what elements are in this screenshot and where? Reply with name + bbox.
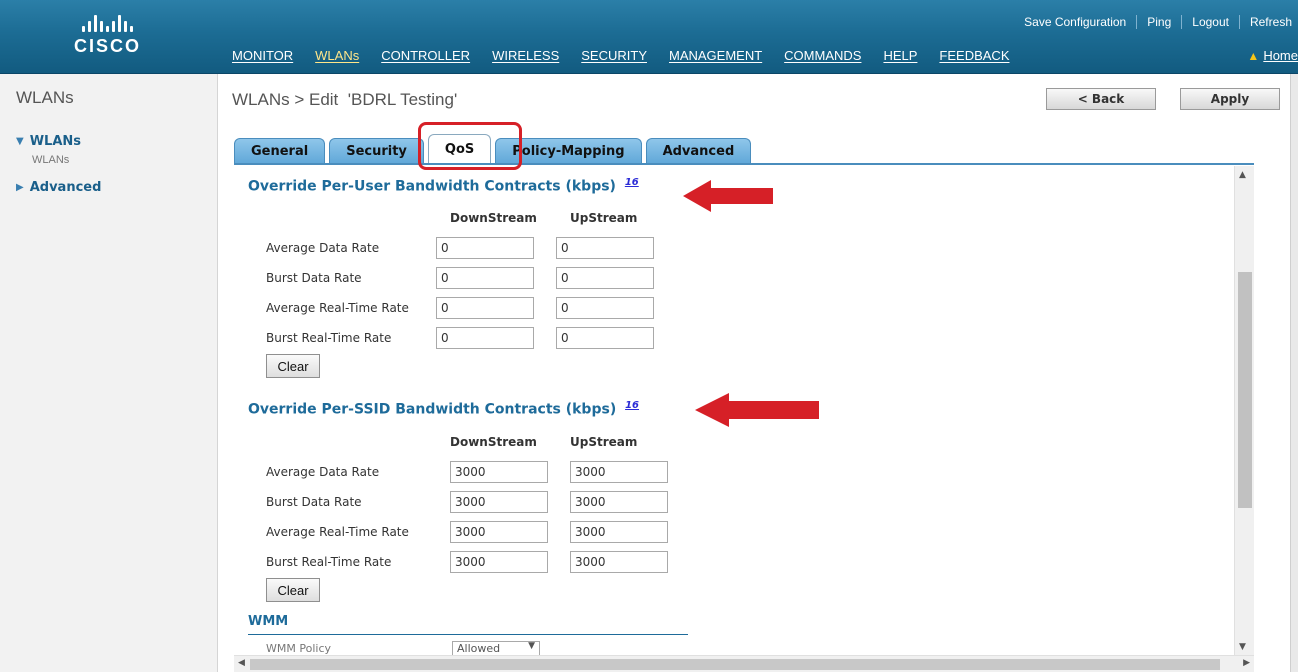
ssid-burst-rt-down-input[interactable]: 3000 [450, 551, 548, 573]
cisco-bars-icon [82, 14, 164, 32]
row-label: Burst Real-Time Rate [266, 555, 392, 569]
per-ssid-heading-text: Override Per-SSID Bandwidth Contracts (k… [248, 401, 617, 418]
tab-security[interactable]: Security [329, 138, 424, 164]
utility-links: Save Configuration Ping Logout Refresh [1018, 12, 1298, 32]
divider [1136, 15, 1138, 29]
row-label: Average Data Rate [266, 241, 380, 255]
ssid-avg-rt-up-input[interactable]: 3000 [570, 521, 668, 543]
page-title: WLANs > Edit 'BDRL Testing' [232, 90, 458, 109]
wmm-policy-value: Allowed [457, 642, 501, 655]
sidebar-item-label: WLANs [29, 134, 82, 149]
horizontal-scrollbar[interactable]: ◀ ▶ [234, 655, 1254, 672]
tab-general[interactable]: General [234, 138, 326, 164]
section-divider [248, 634, 688, 635]
triangle-right-icon: ▶ [16, 182, 24, 193]
user-burst-rt-up-input[interactable]: 0 [556, 327, 654, 349]
back-button[interactable]: < Back [1046, 88, 1156, 110]
home-label: Home [1263, 48, 1298, 63]
save-configuration-link[interactable]: Save Configuration [1018, 15, 1132, 29]
sidebar-subitem-wlans[interactable]: WLANs [32, 154, 69, 166]
nav-security[interactable]: SECURITY [581, 48, 647, 65]
per-user-heading-text: Override Per-User Bandwidth Contracts (k… [248, 178, 616, 195]
scroll-left-icon[interactable]: ◀ [238, 658, 245, 668]
left-sidebar: WLANs ▼ WLANs WLANs ▶ Advanced [0, 74, 218, 672]
vertical-scrollbar[interactable]: ▲ ▼ [1234, 166, 1254, 656]
sidebar-title: WLANs [16, 88, 74, 107]
ssid-burst-data-down-input[interactable]: 3000 [450, 491, 548, 513]
scroll-thumb[interactable] [250, 659, 1220, 670]
user-burst-data-up-input[interactable]: 0 [556, 267, 654, 289]
divider [1181, 15, 1183, 29]
nav-feedback[interactable]: FEEDBACK [939, 48, 1009, 65]
triangle-down-icon: ▼ [16, 136, 24, 147]
annotation-arrow-icon [683, 180, 773, 212]
row-label: Average Data Rate [266, 465, 380, 479]
downstream-column-header: DownStream [450, 211, 537, 225]
row-label: Average Real-Time Rate [266, 301, 409, 315]
top-header: CISCO Save Configuration Ping Logout Ref… [0, 0, 1298, 74]
cisco-wordmark: CISCO [74, 36, 142, 56]
user-avg-data-up-input[interactable]: 0 [556, 237, 654, 259]
upstream-column-header: UpStream [570, 435, 638, 449]
nav-commands[interactable]: COMMANDS [784, 48, 861, 65]
ssid-avg-rt-down-input[interactable]: 3000 [450, 521, 548, 543]
user-burst-data-down-input[interactable]: 0 [436, 267, 534, 289]
user-avg-data-down-input[interactable]: 0 [436, 237, 534, 259]
sidebar-item-advanced[interactable]: ▶ Advanced [16, 180, 101, 195]
scroll-thumb[interactable] [1238, 272, 1252, 508]
clear-ssid-button[interactable]: Clear [266, 578, 320, 602]
row-label: Average Real-Time Rate [266, 525, 409, 539]
footnote-link[interactable]: 16 [625, 400, 639, 411]
ssid-avg-data-down-input[interactable]: 3000 [450, 461, 548, 483]
row-label: Burst Data Rate [266, 495, 362, 509]
chevron-down-icon: ▼ [528, 641, 535, 651]
user-avg-rt-up-input[interactable]: 0 [556, 297, 654, 319]
wmm-policy-label: WMM Policy [266, 642, 331, 655]
home-link[interactable]: ▲ Home [1247, 48, 1298, 63]
nav-controller[interactable]: CONTROLLER [381, 48, 470, 65]
scroll-up-icon[interactable]: ▲ [1239, 170, 1246, 180]
annotation-highlight-box [418, 122, 522, 170]
footnote-link[interactable]: 16 [625, 177, 639, 188]
nav-help[interactable]: HELP [883, 48, 917, 65]
window-edge [1290, 74, 1298, 672]
nav-wireless[interactable]: WIRELESS [492, 48, 559, 65]
logout-link[interactable]: Logout [1186, 15, 1235, 29]
apply-button[interactable]: Apply [1180, 88, 1280, 110]
row-label: Burst Data Rate [266, 271, 362, 285]
nav-monitor[interactable]: MONITOR [232, 48, 293, 65]
ssid-burst-data-up-input[interactable]: 3000 [570, 491, 668, 513]
user-avg-rt-down-input[interactable]: 0 [436, 297, 534, 319]
wmm-heading: WMM [248, 614, 289, 629]
ping-link[interactable]: Ping [1141, 15, 1177, 29]
clear-user-button[interactable]: Clear [266, 354, 320, 378]
cisco-logo: CISCO [74, 14, 164, 60]
sidebar-item-label: Advanced [29, 180, 102, 195]
per-user-heading: Override Per-User Bandwidth Contracts (k… [248, 177, 639, 195]
scroll-down-icon[interactable]: ▼ [1239, 642, 1246, 652]
sidebar-item-wlans[interactable]: ▼ WLANs [16, 134, 81, 149]
ssid-avg-data-up-input[interactable]: 3000 [570, 461, 668, 483]
per-ssid-heading: Override Per-SSID Bandwidth Contracts (k… [248, 400, 639, 418]
divider [1238, 15, 1240, 29]
downstream-column-header: DownStream [450, 435, 537, 449]
nav-management[interactable]: MANAGEMENT [669, 48, 762, 65]
upstream-column-header: UpStream [570, 211, 638, 225]
user-burst-rt-down-input[interactable]: 0 [436, 327, 534, 349]
main-navigation: MONITOR WLANs CONTROLLER WIRELESS SECURI… [232, 46, 1032, 66]
nav-wlans[interactable]: WLANs [315, 48, 359, 65]
house-icon: ▲ [1247, 48, 1260, 63]
tab-advanced[interactable]: Advanced [645, 138, 752, 164]
refresh-link[interactable]: Refresh [1244, 15, 1298, 29]
scroll-right-icon[interactable]: ▶ [1243, 658, 1250, 668]
row-label: Burst Real-Time Rate [266, 331, 392, 345]
ssid-burst-rt-up-input[interactable]: 3000 [570, 551, 668, 573]
annotation-arrow-icon [695, 393, 819, 427]
